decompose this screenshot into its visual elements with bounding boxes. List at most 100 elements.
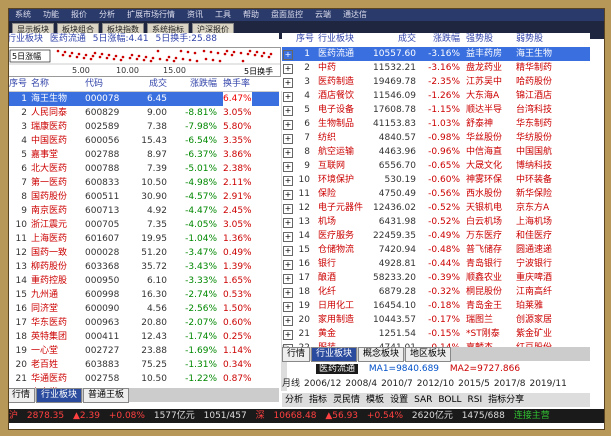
table-row[interactable]: 4 中国医药 600056 15.43 -6.54% 3.35% — [9, 134, 279, 148]
table-row[interactable]: 12 国药一致 000028 51.20 -3.47% 0.49% — [9, 246, 279, 260]
expand-icon[interactable]: + — [283, 274, 293, 284]
left-col-header-0[interactable]: 序号 — [9, 78, 27, 91]
right-col-header-0[interactable]: 序号 — [296, 33, 314, 46]
table-row[interactable]: +12 电子元器件 12436.02 -0.52% 天银机电 京东方A — [282, 201, 590, 215]
table-row[interactable]: 18 英特集团 000411 12.43 -1.74% 0.25% — [9, 330, 279, 344]
chart-tool-0[interactable]: 分析 — [282, 395, 306, 405]
table-row[interactable]: 21 华通医药 002758 10.50 -1.22% 0.87% — [9, 372, 279, 386]
table-row[interactable]: +8 航空运输 4463.96 -0.96% 中信海直 中国国航 — [282, 145, 590, 159]
right-col-header-5[interactable]: 弱势股 — [516, 33, 543, 46]
table-row[interactable]: 10 浙江震元 000705 7.35 -4.05% 3.05% — [9, 218, 279, 232]
table-row[interactable]: 3 瑞康医药 002589 7.38 -7.98% 5.80% — [9, 120, 279, 134]
table-row[interactable]: 13 柳药股份 603368 35.72 -3.43% 1.39% — [9, 260, 279, 274]
chart-tool-6[interactable]: BOLL — [435, 395, 464, 405]
table-row[interactable]: +14 医疗服务 22459.35 -0.49% 万东医疗 和佳医疗 — [282, 229, 590, 243]
menu-item-8[interactable]: 盘面监控 — [265, 10, 309, 19]
table-row[interactable]: 20 老百姓 603883 75.25 -1.31% 0.34% — [9, 358, 279, 372]
expand-icon[interactable]: + — [283, 260, 293, 270]
table-row[interactable]: +16 银行 4928.81 -0.44% 青岛银行 宁波银行 — [282, 257, 590, 271]
menu-item-5[interactable]: 资讯 — [181, 10, 209, 19]
table-row[interactable]: 16 同济堂 600090 4.56 -2.56% 1.50% — [9, 302, 279, 316]
table-row[interactable]: +6 生物制品 41153.83 -1.03% 舒泰神 华东制药 — [282, 117, 590, 131]
expand-icon[interactable]: + — [283, 204, 293, 214]
chart-tool-3[interactable]: 模板 — [363, 395, 387, 405]
chart-tool-8[interactable]: 指标分享 — [485, 395, 527, 405]
left-col-header-1[interactable]: 名称 — [31, 78, 49, 91]
table-row[interactable]: 14 重药控股 000950 6.10 -3.33% 1.65% — [9, 274, 279, 288]
table-row[interactable]: 15 九州通 600998 16.30 -2.74% 0.53% — [9, 288, 279, 302]
chart-tool-5[interactable]: SAR — [411, 395, 435, 405]
chart-tool-7[interactable]: RSI — [465, 395, 486, 405]
table-row[interactable]: +1 医药流通 10557.60 -3.16% 益丰药房 海王生物 — [282, 47, 590, 61]
left-col-header-4[interactable]: 涨跌幅 — [167, 78, 217, 91]
right-col-header-2[interactable]: 成交 — [368, 33, 416, 46]
menu-item-4[interactable]: 扩展市场行情 — [121, 10, 181, 19]
menu-item-7[interactable]: 帮助 — [237, 10, 265, 19]
left-tab-0[interactable]: 行情 — [9, 388, 36, 403]
table-row[interactable]: +5 电子设备 17608.78 -1.15% 顺达半导 台湾科技 — [282, 103, 590, 117]
table-row[interactable]: 9 南京医药 600713 4.92 -4.47% 2.45% — [9, 204, 279, 218]
table-row[interactable]: 11 上海医药 601607 19.95 -1.04% 1.36% — [9, 232, 279, 246]
table-row[interactable]: +19 日用化工 16454.10 -0.18% 青岛金王 珀莱雅 — [282, 299, 590, 313]
menu-item-10[interactable]: 通达信 — [337, 10, 373, 19]
sparkline-chart[interactable]: 5日涨幅 5.00 10.00 15.00 5日换手 — [9, 47, 281, 77]
expand-icon[interactable]: + — [283, 50, 293, 60]
expand-icon[interactable]: + — [283, 106, 293, 116]
table-row[interactable]: +7 纺织 4840.57 -0.98% 华丝股份 华纺股份 — [282, 131, 590, 145]
expand-icon[interactable]: + — [283, 148, 293, 158]
menu-item-9[interactable]: 云端 — [309, 10, 337, 19]
menu-item-1[interactable]: 功能 — [37, 10, 65, 19]
expand-icon[interactable]: + — [283, 330, 293, 340]
left-col-header-5[interactable]: 换手率 — [223, 78, 250, 91]
expand-icon[interactable]: + — [283, 190, 293, 200]
expand-icon[interactable]: + — [283, 232, 293, 242]
table-row[interactable]: 6 北大医药 000788 7.39 -5.01% 2.38% — [9, 162, 279, 176]
table-row[interactable]: 8 国药股份 600511 30.90 -4.57% 2.91% — [9, 190, 279, 204]
right-col-header-1[interactable]: 行业板块 — [318, 33, 354, 46]
table-row[interactable]: 17 华东医药 000963 20.80 -2.07% 0.60% — [9, 316, 279, 330]
expand-icon[interactable]: + — [283, 162, 293, 172]
table-row[interactable]: +3 医药制造 19469.78 -2.35% 江苏吴中 哈药股份 — [282, 75, 590, 89]
right-col-header-4[interactable]: 强势股 — [466, 33, 493, 46]
left-col-header-3[interactable]: 成交 — [125, 78, 167, 91]
expand-icon[interactable]: + — [283, 288, 293, 298]
left-tab-2[interactable]: 普通王板 — [83, 388, 130, 403]
expand-icon[interactable]: + — [283, 78, 293, 88]
table-row[interactable]: +13 机场 6431.98 -0.52% 白云机场 上海机场 — [282, 215, 590, 229]
table-row[interactable]: +15 仓储物流 7420.94 -0.48% 普飞储存 圆通速递 — [282, 243, 590, 257]
left-tab-1[interactable]: 行业板块 — [36, 388, 83, 403]
table-row[interactable]: 7 第一医药 600833 10.50 -4.98% 2.11% — [9, 176, 279, 190]
chart-tool-2[interactable]: 灵民情 — [330, 395, 363, 405]
right-tab-3[interactable]: 地区板块 — [405, 347, 452, 362]
right-tab-0[interactable]: 行情 — [282, 347, 311, 362]
table-row[interactable]: +2 中药 11532.21 -3.16% 盘龙药业 精华制药 — [282, 61, 590, 75]
menu-item-6[interactable]: 工具 — [209, 10, 237, 19]
table-row[interactable]: +20 家用制造 10443.57 -0.17% 瑞图兰 创源家居 — [282, 313, 590, 327]
expand-icon[interactable]: + — [283, 134, 293, 144]
expand-icon[interactable]: + — [283, 316, 293, 326]
table-row[interactable]: +21 黄金 1251.54 -0.15% *ST刚泰 紫金矿业 — [282, 327, 590, 341]
right-col-header-3[interactable]: 涨跌幅 — [420, 33, 460, 46]
table-row[interactable]: 2 人民同泰 600829 9.00 -8.81% 3.05% — [9, 106, 279, 120]
chart-tool-4[interactable]: 设置 — [387, 395, 411, 405]
table-row[interactable]: +4 酒店餐饮 11546.09 -1.26% 大东海A 锦江酒店 — [282, 89, 590, 103]
table-row[interactable]: +11 保险 4750.49 -0.56% 西水股份 新华保险 — [282, 187, 590, 201]
table-row[interactable]: +17 酿酒 58233.20 -0.39% 顺鑫农业 重庆啤酒 — [282, 271, 590, 285]
table-row[interactable]: +9 互联网 6556.70 -0.65% 大晟文化 博纳科技 — [282, 159, 590, 173]
menu-item-2[interactable]: 报价 — [65, 10, 93, 19]
menu-item-0[interactable]: 系统 — [9, 10, 37, 19]
table-row[interactable]: 1 海王生物 000078 6.45 6.47% — [9, 92, 279, 106]
expand-icon[interactable]: + — [283, 176, 293, 186]
chart-tool-1[interactable]: 指标 — [306, 395, 330, 405]
expand-icon[interactable]: + — [283, 120, 293, 130]
table-row[interactable]: 19 一心堂 002727 23.88 -1.69% 1.14% — [9, 344, 279, 358]
expand-icon[interactable]: + — [283, 218, 293, 228]
menu-item-3[interactable]: 分析 — [93, 10, 121, 19]
table-row[interactable]: +18 化纤 6879.28 -0.32% 桐昆股份 江南高纤 — [282, 285, 590, 299]
expand-icon[interactable]: + — [283, 246, 293, 256]
table-row[interactable]: 5 嘉事堂 002788 8.97 -6.37% 3.86% — [9, 148, 279, 162]
expand-icon[interactable]: + — [283, 92, 293, 102]
connection-status[interactable]: 连接主营 — [514, 411, 556, 421]
table-row[interactable]: +10 环境保护 530.19 -0.60% 神雾环保 中环装备 — [282, 173, 590, 187]
expand-icon[interactable]: + — [283, 64, 293, 74]
